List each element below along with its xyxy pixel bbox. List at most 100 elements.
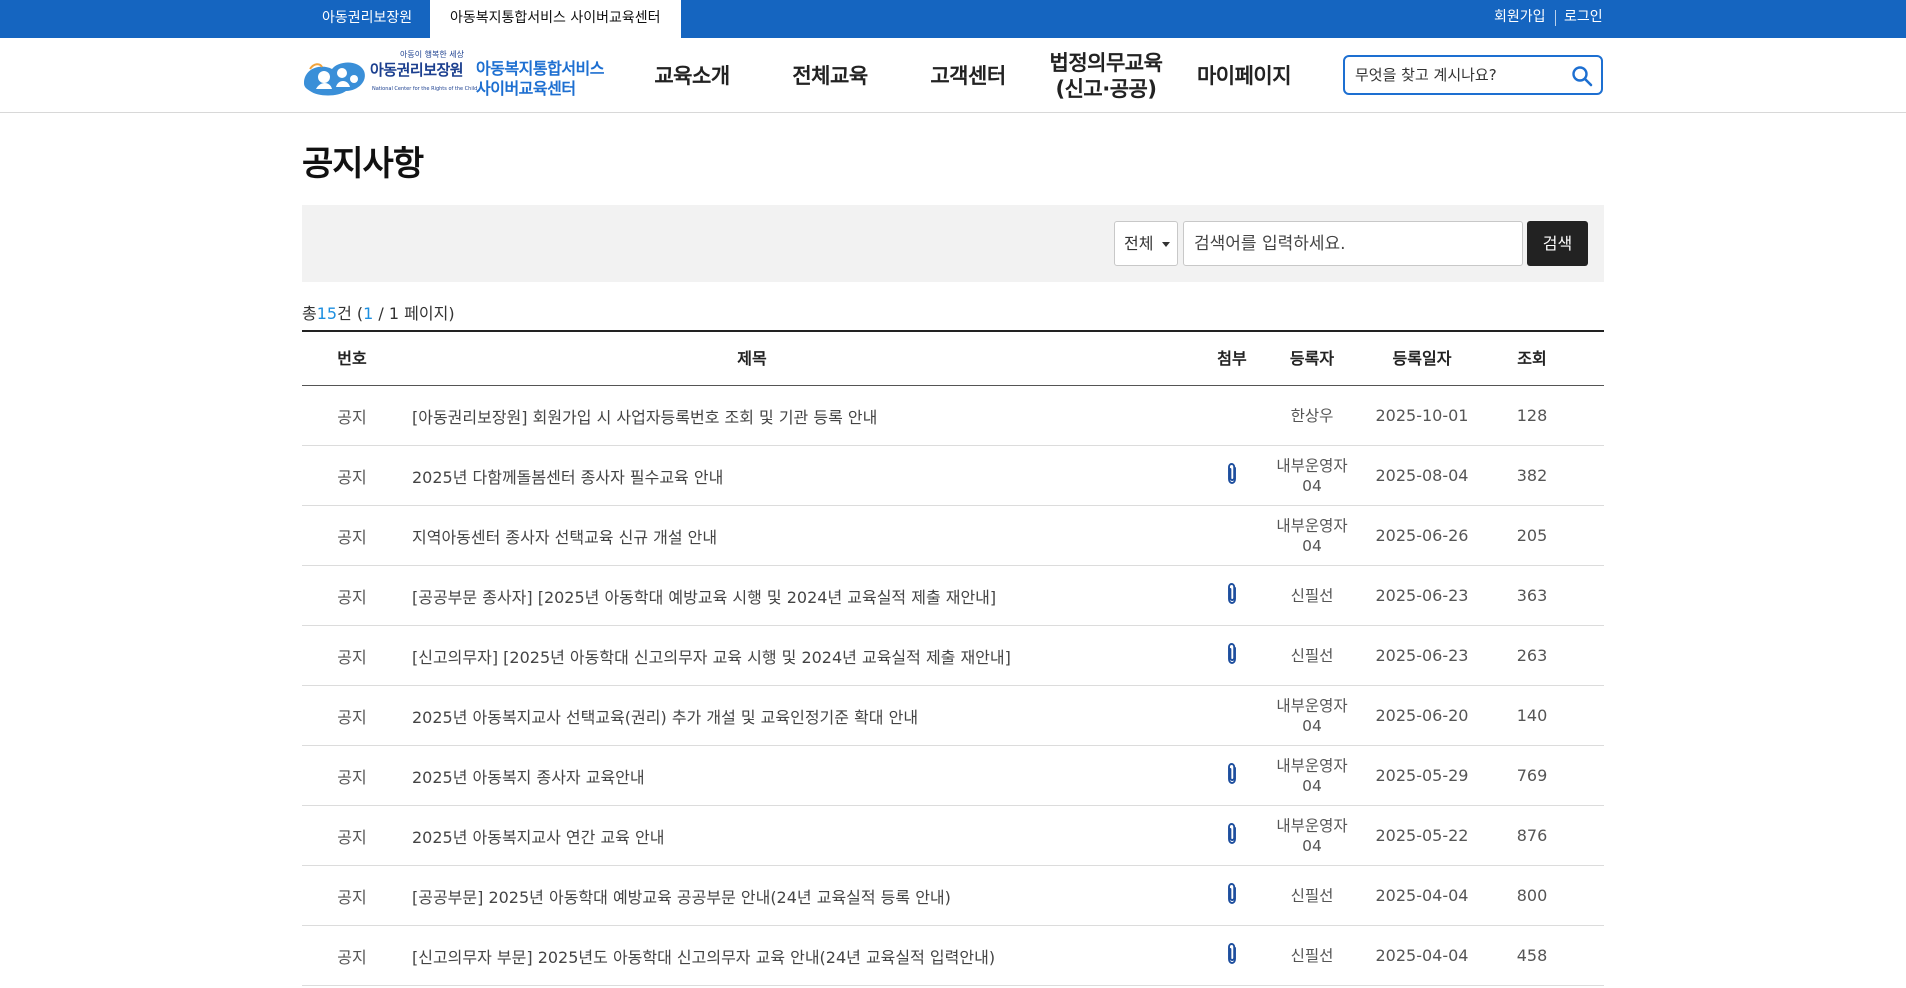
row-writer: 신필선 <box>1262 566 1362 625</box>
row-title-link[interactable]: 2025년 다함께돌봄센터 종사자 필수교육 안내 <box>412 446 1092 505</box>
row-writer-name: 한상우 <box>1290 406 1334 425</box>
row-attachment[interactable] <box>1202 746 1262 805</box>
login-link[interactable]: 로그인 <box>1564 0 1603 38</box>
row-views: 140 <box>1516 706 1548 725</box>
row-title-link[interactable]: 지역아동센터 종사자 선택교육 신규 개설 안내 <box>412 506 1092 565</box>
site-logo[interactable]: 아동이 행복한 세상 아동권리보장원 National Center for t… <box>302 50 606 99</box>
row-views: 876 <box>1516 826 1548 845</box>
row-number: 공지 <box>337 947 367 967</box>
row-date: 2025-06-26 <box>1375 526 1469 545</box>
row-title-link[interactable]: 2025년 아동복지교사 연간 교육 안내 <box>412 806 1092 865</box>
nav-education-intro[interactable]: 교육소개 <box>622 38 762 113</box>
row-writer-suffix: 04 <box>1302 776 1322 795</box>
current-page: 1 <box>363 304 374 323</box>
header-views: 조회 <box>1517 349 1547 368</box>
row-writer: 내부운영자 04 <box>1262 686 1362 745</box>
post-count-summary: 총15건 (1 / 1 페이지) <box>302 300 455 324</box>
row-writer: 한상우 <box>1262 386 1362 445</box>
header-date: 등록일자 <box>1392 349 1452 368</box>
row-views: 205 <box>1516 526 1548 545</box>
row-title-link[interactable]: [공공부문 종사자] [2025년 아동학대 예방교육 시행 및 2024년 교… <box>412 566 1092 625</box>
row-writer: 신필선 <box>1262 926 1362 985</box>
row-attachment[interactable] <box>1202 626 1262 685</box>
row-views: 128 <box>1516 406 1548 425</box>
row-title-link[interactable]: [아동권리보장원] 회원가입 시 사업자등록번호 조회 및 기관 등록 안내 <box>412 386 1092 445</box>
table-body: 공지 [아동권리보장원] 회원가입 시 사업자등록번호 조회 및 기관 등록 안내… <box>302 386 1604 986</box>
row-attachment[interactable] <box>1202 866 1262 925</box>
row-writer-name: 내부운영자 <box>1276 696 1348 715</box>
row-writer-name: 내부운영자 <box>1276 816 1348 835</box>
row-date: 2025-05-29 <box>1375 766 1469 785</box>
logo-org-english: National Center for the Rights of the Ch… <box>372 86 478 92</box>
row-writer-name: 신필선 <box>1290 946 1334 965</box>
paperclip-icon[interactable] <box>1224 942 1240 970</box>
paperclip-icon[interactable] <box>1224 762 1240 790</box>
keyword-input[interactable] <box>1194 231 1504 257</box>
row-views: 382 <box>1516 466 1548 485</box>
table-row[interactable]: 공지 [공공부문] 2025년 아동학대 예방교육 공공부문 안내(24년 교육실… <box>302 866 1604 926</box>
row-writer-suffix: 04 <box>1302 716 1322 735</box>
site-tab-cyber-education[interactable]: 아동복지통합서비스 사이버교육센터 <box>430 0 681 38</box>
search-icon[interactable] <box>1571 65 1593 87</box>
table-row[interactable]: 공지 [아동권리보장원] 회원가입 시 사업자등록번호 조회 및 기관 등록 안내… <box>302 386 1604 446</box>
table-row[interactable]: 공지 2025년 다함께돌봄센터 종사자 필수교육 안내 내부운영자 04 2025-0… <box>302 446 1604 506</box>
site-tab-child-rights[interactable]: 아동권리보장원 <box>302 0 432 38</box>
board-search-form: 전체 검색 <box>302 205 1604 282</box>
row-attachment[interactable] <box>1202 446 1262 505</box>
total-count: 15 <box>316 304 338 323</box>
row-attachment <box>1202 506 1262 565</box>
row-date: 2025-06-20 <box>1375 706 1469 725</box>
row-writer: 신필선 <box>1262 866 1362 925</box>
row-views: 363 <box>1516 586 1548 605</box>
search-button[interactable]: 검색 <box>1527 221 1588 266</box>
nav-legal-mandatory-education[interactable]: 법정의무교육 (신고·공공) <box>1036 38 1176 113</box>
paperclip-icon[interactable] <box>1224 582 1240 610</box>
logo-org-name: 아동권리보장원 <box>370 61 464 79</box>
row-attachment[interactable] <box>1202 806 1262 865</box>
table-row[interactable]: 공지 2025년 아동복지교사 선택교육(권리) 추가 개설 및 교육인정기준 확… <box>302 686 1604 746</box>
search-scope-select[interactable]: 전체 <box>1114 221 1178 266</box>
row-writer-name: 신필선 <box>1290 586 1334 605</box>
row-views: 263 <box>1516 646 1548 665</box>
nav-legal-line1: 법정의무교육 <box>1049 50 1163 75</box>
header-writer: 등록자 <box>1289 349 1335 368</box>
row-attachment <box>1202 686 1262 745</box>
paperclip-icon[interactable] <box>1224 642 1240 670</box>
global-search-box <box>1343 55 1603 95</box>
nav-customer-center[interactable]: 고객센터 <box>898 38 1038 113</box>
table-row[interactable]: 공지 지역아동센터 종사자 선택교육 신규 개설 안내 내부운영자 04 2025-06… <box>302 506 1604 566</box>
row-title-link[interactable]: 2025년 아동복지교사 선택교육(권리) 추가 개설 및 교육인정기준 확대 … <box>412 686 1092 745</box>
paperclip-icon[interactable] <box>1224 462 1240 490</box>
row-date: 2025-04-04 <box>1375 946 1469 965</box>
row-attachment[interactable] <box>1202 926 1262 985</box>
paperclip-icon[interactable] <box>1224 822 1240 850</box>
row-date: 2025-06-23 <box>1375 646 1469 665</box>
page-suffix: / 1 페이지) <box>373 304 455 323</box>
row-views: 800 <box>1516 886 1548 905</box>
row-title-link[interactable]: [신고의무자] [2025년 아동학대 신고의무자 교육 시행 및 2024년 … <box>412 626 1092 685</box>
row-writer-name: 내부운영자 <box>1276 756 1348 775</box>
row-title-link[interactable]: [신고의무자 부문] 2025년도 아동학대 신고의무자 교육 안내(24년 교… <box>412 926 1092 985</box>
row-writer: 내부운영자 04 <box>1262 806 1362 865</box>
row-date: 2025-10-01 <box>1375 406 1469 425</box>
table-row[interactable]: 공지 2025년 아동복지 종사자 교육안내 내부운영자 04 2025-05-29 76… <box>302 746 1604 806</box>
table-row[interactable]: 공지 [신고의무자 부문] 2025년도 아동학대 신고의무자 교육 안내(24년… <box>302 926 1604 986</box>
row-writer-name: 내부운영자 <box>1276 516 1348 535</box>
row-title-link[interactable]: [공공부문] 2025년 아동학대 예방교육 공공부문 안내(24년 교육실적 … <box>412 866 1092 925</box>
row-writer-name: 신필선 <box>1290 646 1334 665</box>
row-writer-suffix: 04 <box>1302 836 1322 855</box>
row-attachment <box>1202 386 1262 445</box>
row-writer-name: 신필선 <box>1290 886 1334 905</box>
nav-all-courses[interactable]: 전체교육 <box>760 38 900 113</box>
global-search-input[interactable] <box>1355 63 1565 87</box>
row-attachment[interactable] <box>1202 566 1262 625</box>
paperclip-icon[interactable] <box>1224 882 1240 910</box>
count-unit: 건 ( <box>337 304 364 323</box>
header-attachment: 첨부 <box>1217 349 1247 368</box>
table-row[interactable]: 공지 [공공부문 종사자] [2025년 아동학대 예방교육 시행 및 2024년… <box>302 566 1604 626</box>
row-title-link[interactable]: 2025년 아동복지 종사자 교육안내 <box>412 746 1092 805</box>
nav-mypage[interactable]: 마이페이지 <box>1174 38 1314 113</box>
signup-link[interactable]: 회원가입 <box>1494 0 1546 38</box>
table-row[interactable]: 공지 2025년 아동복지교사 연간 교육 안내 내부운영자 04 2025-05-22… <box>302 806 1604 866</box>
table-row[interactable]: 공지 [신고의무자] [2025년 아동학대 신고의무자 교육 시행 및 2024… <box>302 626 1604 686</box>
